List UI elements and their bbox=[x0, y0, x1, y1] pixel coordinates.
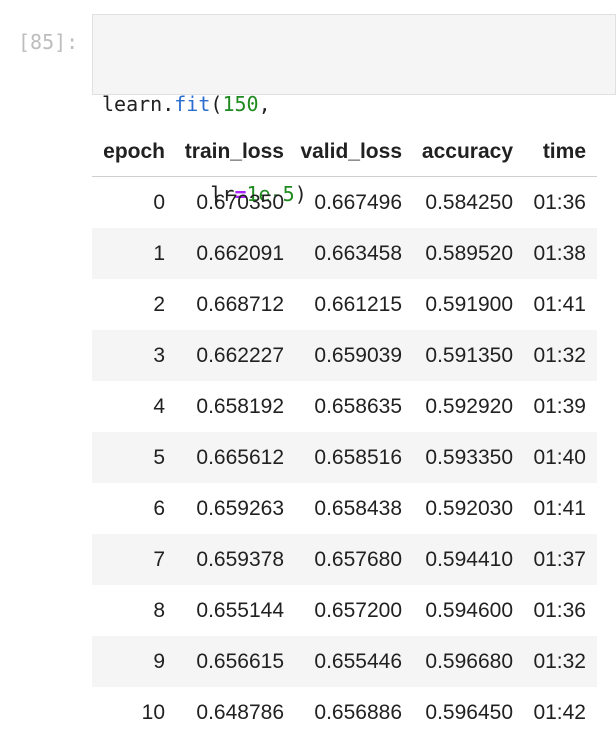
cell-valid-loss: 0.663458 bbox=[295, 228, 413, 279]
cell-train-loss: 0.659263 bbox=[196, 496, 284, 520]
table-row: 3 0.662227 0.659039 0.591350 01:32 bbox=[92, 330, 597, 381]
cell-valid-loss: 0.667496 bbox=[314, 190, 402, 214]
cell-valid-loss: 0.659039 bbox=[295, 330, 413, 381]
cell-train-loss: 0.658192 bbox=[196, 394, 284, 418]
cell-time: 01:41 bbox=[533, 292, 586, 316]
table-row: 5 0.665612 0.658516 0.593350 01:40 bbox=[92, 432, 597, 483]
table-row: 1 0.662091 0.663458 0.589520 01:38 bbox=[92, 228, 597, 279]
cell-train-loss: 0.662091 bbox=[176, 228, 295, 279]
cell-train-loss: 0.665612 bbox=[176, 432, 295, 483]
cell-epoch: 2 bbox=[153, 292, 165, 316]
cell-valid-loss: 0.656886 bbox=[314, 700, 402, 724]
cell-epoch: 0 bbox=[153, 190, 165, 214]
cell-epoch: 9 bbox=[92, 636, 176, 687]
code-token-dot: . bbox=[162, 92, 175, 116]
code-token-comma: , bbox=[258, 92, 271, 116]
cell-accuracy: 0.594600 bbox=[425, 598, 513, 622]
cell-time: 01:37 bbox=[524, 534, 597, 585]
cell-time: 01:32 bbox=[524, 330, 597, 381]
training-results-table: epoch train_loss valid_loss accuracy tim… bbox=[92, 128, 597, 738]
cell-time: 01:39 bbox=[533, 394, 586, 418]
code-token-number: 150 bbox=[222, 92, 259, 116]
cell-time: 01:36 bbox=[533, 598, 586, 622]
cell-accuracy: 0.592030 bbox=[425, 496, 513, 520]
cell-time: 01:41 bbox=[533, 496, 586, 520]
cell-epoch: 6 bbox=[153, 496, 165, 520]
cell-epoch: 1 bbox=[92, 228, 176, 279]
cell-epoch: 7 bbox=[92, 534, 176, 585]
cell-time: 01:36 bbox=[533, 190, 586, 214]
cell-valid-loss: 0.658635 bbox=[314, 394, 402, 418]
code-line-1: learn.fit(150, bbox=[102, 89, 615, 119]
cell-epoch: 8 bbox=[153, 598, 165, 622]
cell-valid-loss: 0.661215 bbox=[314, 292, 402, 316]
code-token-open-paren: ( bbox=[210, 92, 223, 116]
table-row: 2 0.668712 0.661215 0.591900 01:41 bbox=[92, 279, 597, 330]
table-row: 10 0.648786 0.656886 0.596450 01:42 bbox=[92, 687, 597, 738]
cell-accuracy: 0.596680 bbox=[413, 636, 524, 687]
cell-train-loss: 0.670350 bbox=[196, 190, 284, 214]
table-row: 4 0.658192 0.658635 0.592920 01:39 bbox=[92, 381, 597, 432]
cell-accuracy: 0.593350 bbox=[413, 432, 524, 483]
cell-train-loss: 0.668712 bbox=[196, 292, 284, 316]
cell-valid-loss: 0.657200 bbox=[314, 598, 402, 622]
cell-accuracy: 0.596450 bbox=[425, 700, 513, 724]
cell-accuracy: 0.589520 bbox=[413, 228, 524, 279]
cell-valid-loss: 0.658438 bbox=[314, 496, 402, 520]
execution-count-prompt: [85]: bbox=[18, 30, 79, 54]
cell-time: 01:32 bbox=[524, 636, 597, 687]
column-header-valid-loss: valid_loss bbox=[295, 128, 413, 177]
code-editor[interactable]: learn.fit(150, lr=1e-5) bbox=[92, 14, 616, 206]
code-token-method: fit bbox=[174, 92, 211, 116]
cell-accuracy: 0.584250 bbox=[425, 190, 513, 214]
cell-valid-loss: 0.655446 bbox=[295, 636, 413, 687]
cell-train-loss: 0.662227 bbox=[176, 330, 295, 381]
cell-train-loss: 0.659378 bbox=[176, 534, 295, 585]
cell-epoch: 10 bbox=[141, 700, 165, 724]
cell-time: 01:38 bbox=[524, 228, 597, 279]
table-row: 7 0.659378 0.657680 0.594410 01:37 bbox=[92, 534, 597, 585]
cell-epoch: 4 bbox=[153, 394, 165, 418]
cell-valid-loss: 0.657680 bbox=[295, 534, 413, 585]
cell-train-loss: 0.655144 bbox=[196, 598, 284, 622]
table-row: 9 0.656615 0.655446 0.596680 01:32 bbox=[92, 636, 597, 687]
cell-accuracy: 0.591900 bbox=[425, 292, 513, 316]
cell-accuracy: 0.594410 bbox=[413, 534, 524, 585]
cell-accuracy: 0.592920 bbox=[425, 394, 513, 418]
cell-train-loss: 0.656615 bbox=[176, 636, 295, 687]
table-row: 0 0.670350 0.667496 0.584250 01:36 bbox=[92, 177, 597, 229]
cell-train-loss: 0.648786 bbox=[196, 700, 284, 724]
code-token-object: learn bbox=[102, 92, 163, 116]
column-header-accuracy: accuracy bbox=[413, 128, 524, 177]
cell-time: 01:40 bbox=[524, 432, 597, 483]
column-header-train-loss: train_loss bbox=[176, 128, 295, 177]
table-row: 6 0.659263 0.658438 0.592030 01:41 bbox=[92, 483, 597, 534]
cell-time: 01:42 bbox=[533, 700, 586, 724]
cell-epoch: 3 bbox=[92, 330, 176, 381]
column-header-epoch: epoch bbox=[92, 128, 176, 177]
table-header-row: epoch train_loss valid_loss accuracy tim… bbox=[92, 128, 597, 177]
cell-output: epoch train_loss valid_loss accuracy tim… bbox=[92, 128, 597, 738]
cell-valid-loss: 0.658516 bbox=[295, 432, 413, 483]
cell-accuracy: 0.591350 bbox=[413, 330, 524, 381]
cell-epoch: 5 bbox=[92, 432, 176, 483]
table-row: 8 0.655144 0.657200 0.594600 01:36 bbox=[92, 585, 597, 636]
column-header-time: time bbox=[524, 128, 597, 177]
